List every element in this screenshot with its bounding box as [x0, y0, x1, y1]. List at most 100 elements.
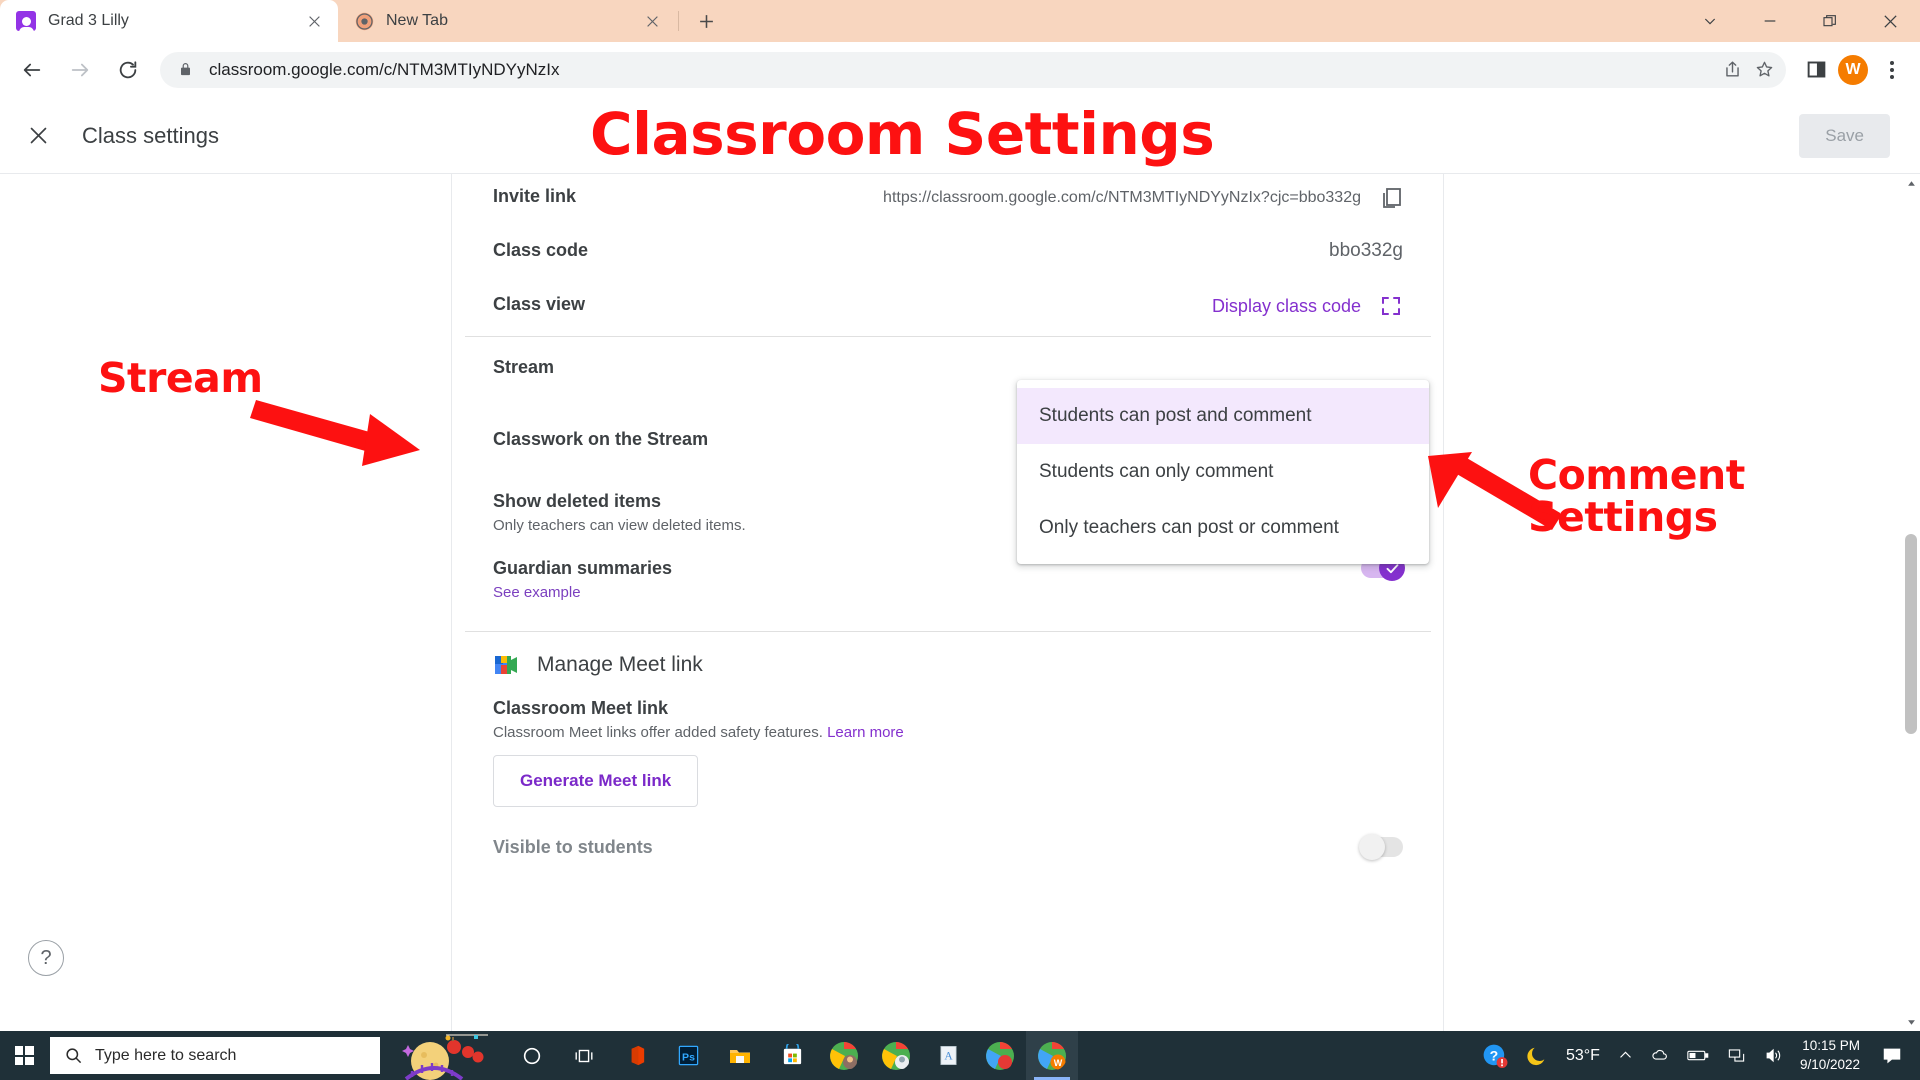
tab-close-icon[interactable]: [640, 9, 664, 33]
help-icon[interactable]: ?: [28, 940, 64, 976]
browser-toolbar: classroom.google.com/c/NTM3MTIyNDYyNzIx …: [0, 42, 1920, 98]
svg-text:Ps: Ps: [682, 1051, 695, 1063]
settings-body: Invite link https://classroom.google.com…: [0, 174, 1920, 1031]
star-icon[interactable]: [1748, 54, 1780, 86]
forward-arrow-icon[interactable]: [60, 50, 100, 90]
row-label: Invite link: [493, 186, 577, 206]
close-icon[interactable]: [16, 114, 60, 158]
search-input[interactable]: Type here to search: [50, 1037, 380, 1074]
browser-tab-strip: Grad 3 Lilly New Tab: [0, 0, 1920, 42]
meet-section: Manage Meet link Classroom Meet link Cla…: [453, 632, 1443, 879]
restore-icon[interactable]: [1800, 0, 1860, 42]
class-code-value: bbo332g: [1329, 240, 1403, 261]
row-label: Classwork on the Stream: [493, 429, 709, 449]
setting-row-class-view: Class view Display class code: [493, 282, 1403, 336]
office-icon[interactable]: [610, 1031, 662, 1080]
cortana-icon[interactable]: [506, 1031, 558, 1080]
address-bar-url: classroom.google.com/c/NTM3MTIyNDYyNzIx: [209, 59, 560, 79]
windows-start-icon[interactable]: [0, 1031, 48, 1080]
left-rail: [0, 174, 452, 1031]
profile-avatar[interactable]: W: [1838, 54, 1868, 85]
lock-icon: [178, 61, 195, 78]
battery-icon[interactable]: [1678, 1031, 1718, 1080]
task-view-icon[interactable]: [558, 1031, 610, 1080]
copy-icon[interactable]: [1379, 186, 1403, 210]
dropdown-option-only-comment[interactable]: Students can only comment: [1017, 444, 1429, 500]
clock-date: 9/10/2022: [1799, 1056, 1860, 1072]
row-sublabel: Classroom Meet links offer added safety …: [493, 724, 1403, 741]
file-explorer-icon[interactable]: [714, 1031, 766, 1080]
scrollbar-thumb[interactable]: [1905, 534, 1917, 734]
system-tray: ? 53°F 10:15 PM 9/10/2022: [1473, 1031, 1920, 1080]
browser-tab-grad-3-lilly[interactable]: Grad 3 Lilly: [0, 0, 338, 42]
reload-icon[interactable]: [108, 50, 148, 90]
scroll-down-arrow-icon[interactable]: [1902, 1013, 1920, 1031]
dropdown-option-teachers-only[interactable]: Only teachers can post or comment: [1017, 500, 1429, 556]
setting-row-invite-link: Invite link https://classroom.google.com…: [493, 174, 1403, 228]
vertical-scrollbar[interactable]: [1902, 174, 1920, 1031]
row-label: Stream: [493, 357, 555, 377]
annotation-stream: Stream: [98, 354, 263, 402]
annotation-comment-line1: Comment: [1528, 451, 1745, 499]
tab-close-icon[interactable]: [302, 9, 326, 33]
page-title: Class settings: [82, 122, 219, 148]
annotation-comment-line2: Settings: [1528, 492, 1718, 541]
save-button[interactable]: Save: [1799, 113, 1890, 158]
classroom-icon: [16, 11, 36, 34]
dropdown-option-post-and-comment[interactable]: Students can post and comment: [1017, 388, 1429, 444]
chrome-icon: [354, 11, 374, 31]
taskbar-clock[interactable]: 10:15 PM 9/10/2022: [1792, 1037, 1872, 1073]
row-label: Guardian summaries: [493, 558, 673, 578]
taskbar-apps: Ps A W: [386, 1031, 1078, 1080]
tab-divider: [678, 11, 679, 31]
photoshop-icon[interactable]: Ps: [662, 1031, 714, 1080]
windows-taskbar: Type here to search Ps A W ? 53°F 10:15 …: [0, 1031, 1920, 1080]
row-label: Classroom Meet link: [493, 698, 669, 718]
share-icon[interactable]: [1716, 54, 1748, 86]
chevron-down-icon[interactable]: [1680, 0, 1740, 42]
window-controls: [1680, 0, 1920, 42]
chrome-menu-icon[interactable]: [1874, 52, 1910, 88]
action-center-icon[interactable]: [1872, 1031, 1912, 1080]
general-section: Invite link https://classroom.google.com…: [453, 174, 1443, 336]
browser-tab-new-tab[interactable]: New Tab: [338, 0, 676, 42]
see-example-link[interactable]: See example: [493, 584, 672, 601]
meet-sub-text: Classroom Meet links offer added safety …: [493, 724, 823, 741]
onedrive-icon[interactable]: [1642, 1031, 1678, 1080]
display-class-code-link[interactable]: Display class code: [1212, 296, 1361, 317]
visible-to-students-toggle[interactable]: [1359, 834, 1403, 860]
show-hidden-icons-icon[interactable]: [1609, 1031, 1642, 1080]
right-rail: [1443, 174, 1444, 1031]
address-bar[interactable]: classroom.google.com/c/NTM3MTIyNDYyNzIx: [160, 51, 1786, 88]
annotation-title: Classroom Settings: [590, 100, 1215, 168]
adobe-acrobat-icon[interactable]: A: [922, 1031, 974, 1080]
settings-content: Invite link https://classroom.google.com…: [453, 174, 1443, 1031]
weather-temperature[interactable]: 53°F: [1557, 1031, 1609, 1080]
new-tab-button[interactable]: [689, 4, 723, 38]
sidepanel-icon[interactable]: [1798, 52, 1834, 88]
chrome-profile-1-icon[interactable]: [818, 1031, 870, 1080]
scroll-up-arrow-icon[interactable]: [1902, 174, 1920, 192]
chrome-profile-3-icon[interactable]: [974, 1031, 1026, 1080]
volume-icon[interactable]: [1755, 1031, 1792, 1080]
annotation-arrow-stream: [250, 400, 420, 466]
help-alert-icon[interactable]: ?: [1473, 1031, 1517, 1080]
moon-icon: [1517, 1031, 1557, 1080]
chrome-profile-2-icon[interactable]: [870, 1031, 922, 1080]
minimize-icon[interactable]: [1740, 0, 1800, 42]
network-icon[interactable]: [1718, 1031, 1755, 1080]
row-sublabel: Only teachers can view deleted items.: [493, 517, 746, 534]
fullscreen-icon[interactable]: [1379, 294, 1403, 318]
meet-section-heading: Manage Meet link: [493, 632, 1403, 688]
microsoft-store-icon[interactable]: [766, 1031, 818, 1080]
row-label: Visible to students: [493, 837, 653, 857]
chrome-profile-w-icon[interactable]: W: [1026, 1031, 1078, 1080]
back-arrow-icon[interactable]: [12, 50, 52, 90]
close-icon[interactable]: [1860, 0, 1920, 42]
classroom-meet-link-block: Classroom Meet link Classroom Meet links…: [493, 688, 1403, 807]
tab-title: Grad 3 Lilly: [48, 12, 129, 29]
generate-meet-link-button[interactable]: Generate Meet link: [493, 755, 699, 807]
screen: Grad 3 Lilly New Tab classroom.google.co…: [0, 0, 1920, 1080]
svg-text:A: A: [944, 1050, 953, 1062]
learn-more-link[interactable]: Learn more: [827, 724, 904, 741]
